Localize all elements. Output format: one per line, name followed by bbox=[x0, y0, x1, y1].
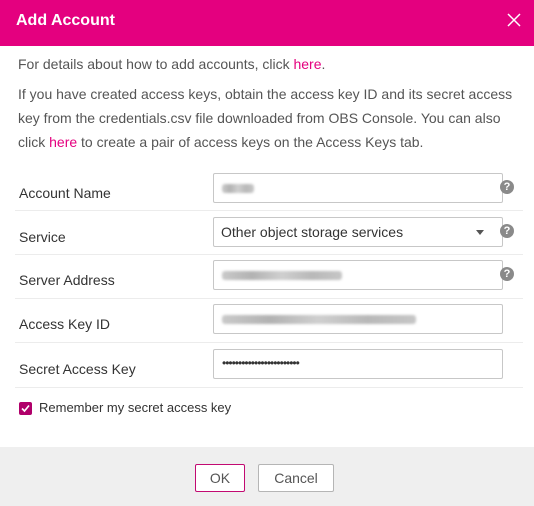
service-label: Service bbox=[19, 229, 66, 245]
access-key-id-row: Access Key ID bbox=[0, 302, 534, 346]
service-row: Service Other object storage services ? bbox=[0, 215, 534, 259]
info-access-keys: If you have created access keys, obtain … bbox=[18, 82, 518, 154]
server-address-row: Server Address ? bbox=[0, 258, 534, 302]
close-icon[interactable] bbox=[506, 12, 522, 28]
question-icon[interactable]: ? bbox=[500, 267, 514, 281]
divider bbox=[15, 210, 523, 211]
secret-access-key-input[interactable]: •••••••••••••••••••••••• bbox=[213, 349, 503, 379]
server-address-input[interactable] bbox=[213, 260, 503, 290]
redacted-value bbox=[222, 315, 416, 324]
dialog-header: Add Account bbox=[0, 0, 534, 46]
service-selected-value: Other object storage services bbox=[221, 224, 404, 240]
redacted-value bbox=[222, 184, 254, 193]
server-address-label: Server Address bbox=[19, 272, 115, 288]
add-account-dialog: Add Account For details about how to add… bbox=[0, 0, 534, 506]
chevron-down-icon bbox=[476, 230, 484, 235]
question-icon[interactable]: ? bbox=[500, 224, 514, 238]
details-here-link[interactable]: here bbox=[293, 56, 321, 72]
secret-access-key-label: Secret Access Key bbox=[19, 361, 136, 377]
info-details-suffix: . bbox=[321, 56, 326, 72]
secret-access-key-row: Secret Access Key ••••••••••••••••••••••… bbox=[0, 347, 534, 391]
info-access-keys-suffix: to create a pair of access keys on the A… bbox=[77, 134, 424, 150]
divider bbox=[15, 298, 523, 299]
access-key-id-label: Access Key ID bbox=[19, 316, 111, 332]
info-details: For details about how to add accounts, c… bbox=[18, 52, 518, 76]
secret-access-key-value: •••••••••••••••••••••••• bbox=[222, 356, 300, 370]
create-keys-here-link[interactable]: here bbox=[49, 134, 77, 150]
access-key-id-input[interactable] bbox=[213, 304, 503, 334]
service-select[interactable]: Other object storage services bbox=[213, 217, 503, 247]
redacted-value bbox=[222, 271, 342, 280]
account-name-label: Account Name bbox=[19, 185, 111, 201]
remember-key-label: Remember my secret access key bbox=[39, 400, 232, 415]
dialog-footer: OK Cancel bbox=[0, 447, 534, 506]
info-details-text: For details about how to add accounts, c… bbox=[18, 56, 294, 72]
cancel-button[interactable]: Cancel bbox=[258, 464, 334, 492]
remember-key-checkbox[interactable] bbox=[19, 402, 32, 415]
checkmark-icon bbox=[21, 404, 30, 413]
account-name-input[interactable] bbox=[213, 173, 503, 203]
divider bbox=[15, 342, 523, 343]
ok-button[interactable]: OK bbox=[195, 464, 245, 492]
divider bbox=[15, 387, 523, 388]
dialog-title: Add Account bbox=[16, 12, 115, 29]
question-icon[interactable]: ? bbox=[500, 180, 514, 194]
divider bbox=[15, 254, 523, 255]
account-name-row: Account Name ? bbox=[0, 171, 534, 215]
